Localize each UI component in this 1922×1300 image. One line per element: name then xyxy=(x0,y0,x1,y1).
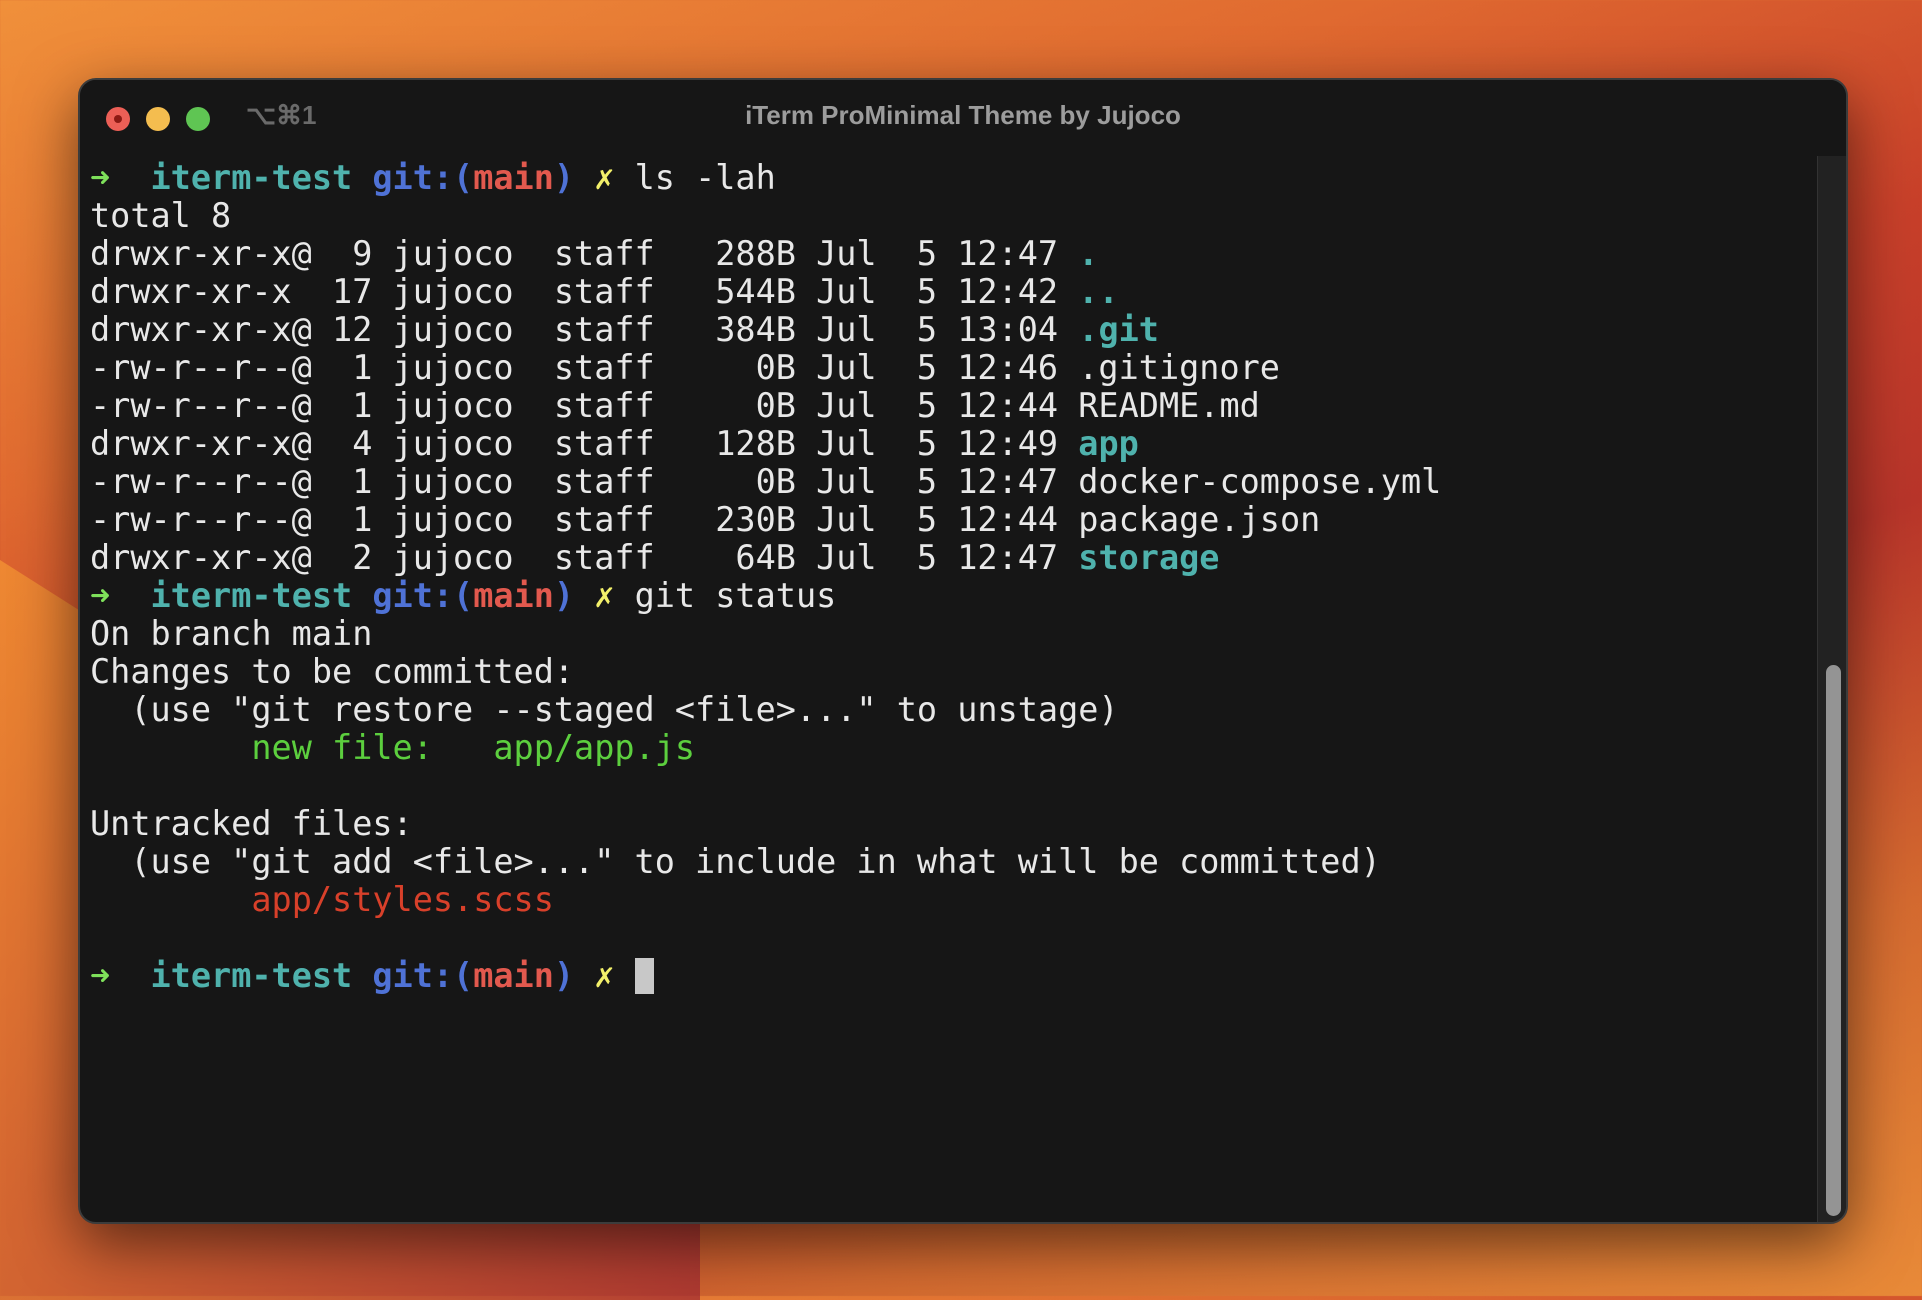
git-label: git:( xyxy=(372,576,474,615)
output-text: drwxr-xr-x 17 jujoco staff 544B Jul 5 12… xyxy=(90,272,1079,311)
output-text: -rw-r--r--@ 1 jujoco staff 0B Jul 5 12:4… xyxy=(90,386,1260,425)
scrollbar[interactable] xyxy=(1817,156,1846,1222)
terminal-line: total 8 xyxy=(90,197,1806,235)
terminal-line: -rw-r--r--@ 1 jujoco staff 0B Jul 5 12:4… xyxy=(90,463,1806,501)
output-text: drwxr-xr-x@ 4 jujoco staff 128B Jul 5 12… xyxy=(90,424,1079,463)
output-text: Untracked files: xyxy=(90,804,413,843)
staged-file: new file: app/app.js xyxy=(251,728,696,767)
terminal-line: ➜ iterm-test git:(main) ✗ ls -lah xyxy=(90,159,1806,197)
terminal-line: drwxr-xr-x@ 9 jujoco staff 288B Jul 5 12… xyxy=(90,235,1806,273)
directory-name: app xyxy=(1078,424,1139,463)
terminal-line: (use "git restore --staged <file>..." to… xyxy=(90,691,1806,729)
branch-name: main xyxy=(473,576,554,615)
untracked-file: app/styles.scss xyxy=(251,880,554,919)
prompt-arrow-icon: ➜ xyxy=(90,576,151,615)
terminal-line: drwxr-xr-x@ 4 jujoco staff 128B Jul 5 12… xyxy=(90,425,1806,463)
output-text: total 8 xyxy=(90,196,232,235)
output-text: -rw-r--r--@ 1 jujoco staff 0B Jul 5 12:4… xyxy=(90,348,1280,387)
output-text: drwxr-xr-x@ 2 jujoco staff 64B Jul 5 12:… xyxy=(90,538,1079,577)
terminal-line: Changes to be committed: xyxy=(90,653,1806,691)
prompt-arrow-icon: ➜ xyxy=(90,158,151,197)
branch-name: main xyxy=(473,158,554,197)
directory-name: iterm-test xyxy=(150,576,353,615)
output-text: -rw-r--r--@ 1 jujoco staff 0B Jul 5 12:4… xyxy=(90,462,1442,501)
git-label: ) xyxy=(553,158,575,197)
directory-name: . xyxy=(1078,234,1099,273)
scrollbar-thumb[interactable] xyxy=(1826,664,1841,1216)
git-label: git:( xyxy=(372,158,474,197)
terminal-line: new file: app/app.js xyxy=(90,729,1806,767)
directory-name: .. xyxy=(1078,272,1119,311)
text-cursor xyxy=(634,958,654,994)
terminal-line: drwxr-xr-x@ 2 jujoco staff 64B Jul 5 12:… xyxy=(90,539,1806,577)
dirty-marker: ✗ xyxy=(574,576,615,615)
terminal-line: drwxr-xr-x@ 12 jujoco staff 384B Jul 5 1… xyxy=(90,311,1806,349)
terminal-line: -rw-r--r--@ 1 jujoco staff 0B Jul 5 12:4… xyxy=(90,349,1806,387)
output-text: Changes to be committed: xyxy=(90,652,575,691)
output-text: drwxr-xr-x@ 12 jujoco staff 384B Jul 5 1… xyxy=(90,310,1079,349)
terminal-line: -rw-r--r--@ 1 jujoco staff 0B Jul 5 12:4… xyxy=(90,387,1806,425)
terminal-line: (use "git add <file>..." to include in w… xyxy=(90,843,1806,881)
terminal-line: drwxr-xr-x 17 jujoco staff 544B Jul 5 12… xyxy=(90,273,1806,311)
terminal-line: ➜ iterm-test git:(main) ✗ xyxy=(90,957,1806,995)
terminal-line: On branch main xyxy=(90,615,1806,653)
terminal-line: -rw-r--r--@ 1 jujoco staff 230B Jul 5 12… xyxy=(90,501,1806,539)
output-text: (use "git add <file>..." to include in w… xyxy=(90,842,1381,881)
git-label: ) xyxy=(553,956,575,995)
directory-name: iterm-test xyxy=(150,158,353,197)
dirty-marker: ✗ xyxy=(574,956,635,995)
directory-name: iterm-test xyxy=(150,956,353,995)
directory-name: .git xyxy=(1078,310,1159,349)
output-text: drwxr-xr-x@ 9 jujoco staff 288B Jul 5 12… xyxy=(90,234,1079,273)
dirty-marker: ✗ xyxy=(574,158,615,197)
terminal-line: ➜ iterm-test git:(main) ✗ git status xyxy=(90,577,1806,615)
terminal-line: Untracked files: xyxy=(90,805,1806,843)
git-label: ) xyxy=(553,576,575,615)
output-text: ls -lah xyxy=(614,158,776,197)
directory-name: storage xyxy=(1078,538,1220,577)
output-text: On branch main xyxy=(90,614,373,653)
output-text: -rw-r--r--@ 1 jujoco staff 230B Jul 5 12… xyxy=(90,500,1321,539)
git-label: git:( xyxy=(372,956,474,995)
terminal-output[interactable]: ➜ iterm-test git:(main) ✗ ls -lah total 8… xyxy=(90,159,1806,995)
output-text: git status xyxy=(614,576,837,615)
terminal-line: app/styles.scss xyxy=(90,881,1806,919)
prompt-arrow-icon: ➜ xyxy=(90,956,151,995)
output-text: (use "git restore --staged <file>..." to… xyxy=(90,690,1119,729)
iterm-window: ⌥⌘1 iTerm ProMinimal Theme by Jujoco ➜ i… xyxy=(78,78,1848,1224)
window-title: iTerm ProMinimal Theme by Jujoco xyxy=(745,100,1181,130)
title-bar[interactable]: ⌥⌘1 iTerm ProMinimal Theme by Jujoco xyxy=(80,80,1846,156)
branch-name: main xyxy=(473,956,554,995)
